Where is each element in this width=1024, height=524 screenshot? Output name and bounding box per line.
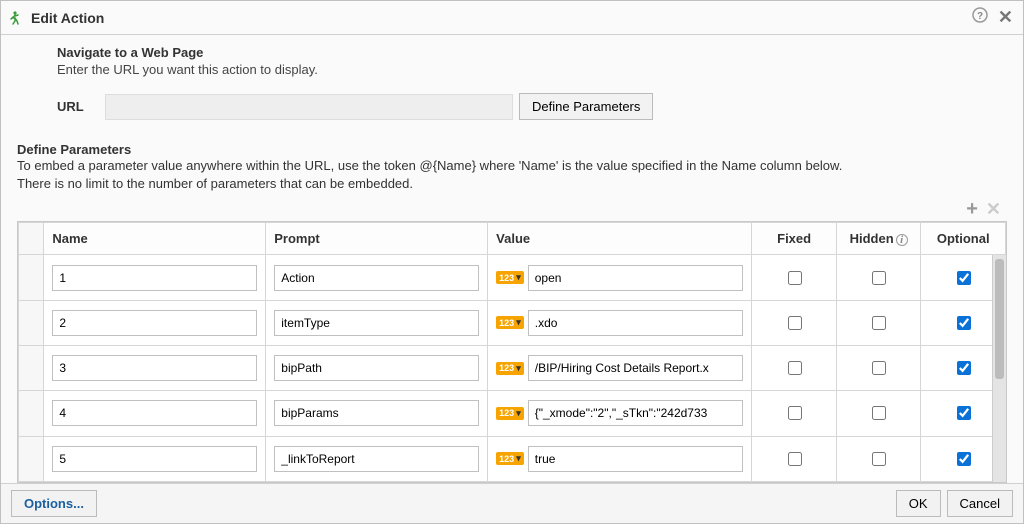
url-input[interactable] [105, 94, 513, 120]
edit-action-dialog: Edit Action ? ✕ Navigate to a Web Page E… [0, 0, 1024, 524]
hidden-checkbox[interactable] [872, 316, 886, 330]
value-type-badge[interactable]: 123▾ [496, 407, 524, 420]
hidden-checkbox[interactable] [872, 361, 886, 375]
define-parameters-button[interactable]: Define Parameters [519, 93, 653, 120]
col-prompt-header[interactable]: Prompt [266, 223, 488, 255]
chevron-down-icon: ▾ [516, 363, 521, 374]
col-hidden-label: Hidden [850, 231, 894, 246]
define-parameters-desc1: To embed a parameter value anywhere with… [17, 157, 1007, 175]
row-handle[interactable] [19, 346, 44, 391]
table-row[interactable]: 123▾ [19, 346, 1006, 391]
table-row[interactable]: 123▾ [19, 300, 1006, 345]
optional-checkbox[interactable] [957, 271, 971, 285]
cancel-button[interactable]: Cancel [947, 490, 1013, 517]
chevron-down-icon: ▾ [516, 317, 521, 328]
value-type-badge[interactable]: 123▾ [496, 452, 524, 465]
col-fixed-header[interactable]: Fixed [752, 223, 837, 255]
table-row[interactable]: 123▾ [19, 391, 1006, 436]
dialog-footer: Options... OK Cancel [1, 483, 1023, 523]
col-hidden-header[interactable]: Hiddeni [836, 223, 921, 255]
chevron-down-icon: ▾ [516, 453, 521, 464]
hidden-checkbox[interactable] [872, 452, 886, 466]
optional-checkbox[interactable] [957, 316, 971, 330]
navigate-heading: Navigate to a Web Page [57, 45, 1007, 60]
url-label: URL [57, 99, 105, 114]
add-row-icon[interactable]: + [966, 199, 978, 219]
parameters-table-wrap: Name Prompt Value Fixed Hiddeni Optional… [17, 221, 1007, 483]
value-type-badge[interactable]: 123▾ [496, 362, 524, 375]
name-input[interactable] [52, 265, 257, 291]
prompt-input[interactable] [274, 265, 479, 291]
name-input[interactable] [52, 310, 257, 336]
optional-checkbox[interactable] [957, 361, 971, 375]
fixed-checkbox[interactable] [788, 271, 802, 285]
row-handle[interactable] [19, 300, 44, 345]
fixed-checkbox[interactable] [788, 452, 802, 466]
fixed-checkbox[interactable] [788, 361, 802, 375]
optional-checkbox[interactable] [957, 406, 971, 420]
vertical-scrollbar[interactable] [992, 255, 1006, 482]
col-value-header[interactable]: Value [488, 223, 752, 255]
row-handle[interactable] [19, 391, 44, 436]
fixed-checkbox[interactable] [788, 316, 802, 330]
hidden-checkbox[interactable] [872, 271, 886, 285]
table-row[interactable]: 123▾ [19, 255, 1006, 300]
action-runner-icon [9, 10, 25, 26]
prompt-input[interactable] [274, 355, 479, 381]
prompt-input[interactable] [274, 310, 479, 336]
prompt-input[interactable] [274, 400, 479, 426]
scrollbar-thumb[interactable] [995, 259, 1004, 379]
hidden-checkbox[interactable] [872, 406, 886, 420]
dialog-title: Edit Action [31, 10, 104, 26]
help-icon[interactable]: ? [972, 7, 988, 28]
table-row[interactable]: 123▾ [19, 436, 1006, 481]
name-input[interactable] [52, 355, 257, 381]
fixed-checkbox[interactable] [788, 406, 802, 420]
parameters-table: Name Prompt Value Fixed Hiddeni Optional… [18, 222, 1006, 482]
dialog-body: Navigate to a Web Page Enter the URL you… [1, 35, 1023, 483]
info-icon[interactable]: i [896, 234, 908, 246]
value-input[interactable] [528, 310, 744, 336]
col-name-header[interactable]: Name [44, 223, 266, 255]
chevron-down-icon: ▾ [516, 408, 521, 419]
optional-checkbox[interactable] [957, 452, 971, 466]
prompt-input[interactable] [274, 446, 479, 472]
ok-button[interactable]: OK [896, 490, 941, 517]
define-parameters-desc2: There is no limit to the number of param… [17, 175, 1007, 193]
navigate-subtext: Enter the URL you want this action to di… [57, 62, 1007, 77]
define-parameters-heading: Define Parameters [17, 142, 1007, 157]
name-input[interactable] [52, 446, 257, 472]
close-icon[interactable]: ✕ [998, 7, 1013, 28]
col-handle-header [19, 223, 44, 255]
svg-text:?: ? [977, 11, 983, 22]
params-toolbar: + ✕ [17, 199, 1007, 219]
value-input[interactable] [528, 400, 744, 426]
value-input[interactable] [528, 265, 744, 291]
options-button[interactable]: Options... [11, 490, 97, 517]
col-optional-header[interactable]: Optional [921, 223, 1006, 255]
delete-row-icon: ✕ [986, 200, 1001, 218]
value-input[interactable] [528, 446, 744, 472]
row-handle[interactable] [19, 255, 44, 300]
value-type-badge[interactable]: 123▾ [496, 316, 524, 329]
value-input[interactable] [528, 355, 744, 381]
row-handle[interactable] [19, 436, 44, 481]
titlebar: Edit Action ? ✕ [1, 1, 1023, 35]
chevron-down-icon: ▾ [516, 272, 521, 283]
name-input[interactable] [52, 400, 257, 426]
value-type-badge[interactable]: 123▾ [496, 271, 524, 284]
